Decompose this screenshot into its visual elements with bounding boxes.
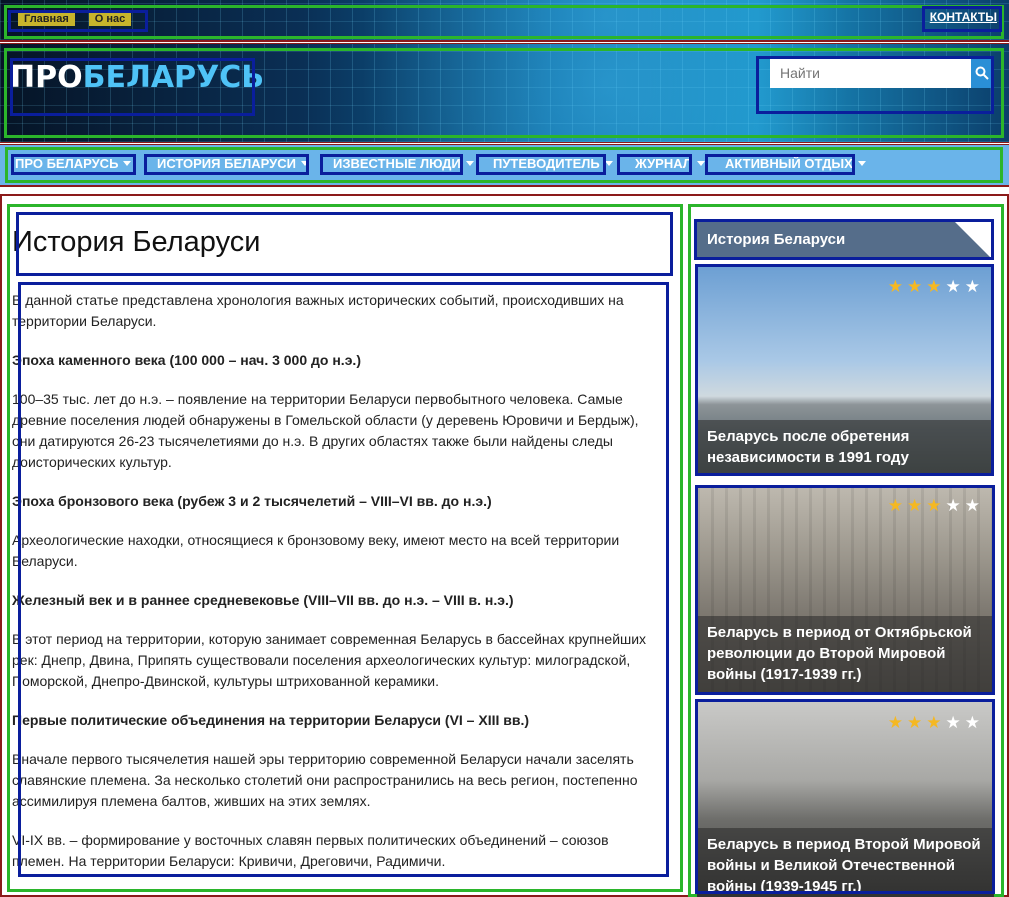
top-links-box (8, 10, 148, 32)
nav-box-3 (320, 154, 463, 175)
search-box-outline (756, 56, 994, 114)
title-box (16, 212, 673, 276)
card-box-1 (695, 264, 994, 476)
topbar-green-frame (4, 5, 1004, 39)
nav-box-6 (705, 154, 855, 175)
nav-box-5 (617, 154, 692, 175)
widget-heading-box (694, 219, 994, 260)
nav-box-4 (476, 154, 606, 175)
article-box (18, 282, 669, 877)
contacts-box (922, 6, 1002, 32)
card-box-3 (695, 699, 995, 894)
logo-box (10, 58, 255, 116)
nav-box-2 (144, 154, 309, 175)
card-box-2 (695, 485, 995, 695)
nav-box-1 (11, 154, 136, 175)
